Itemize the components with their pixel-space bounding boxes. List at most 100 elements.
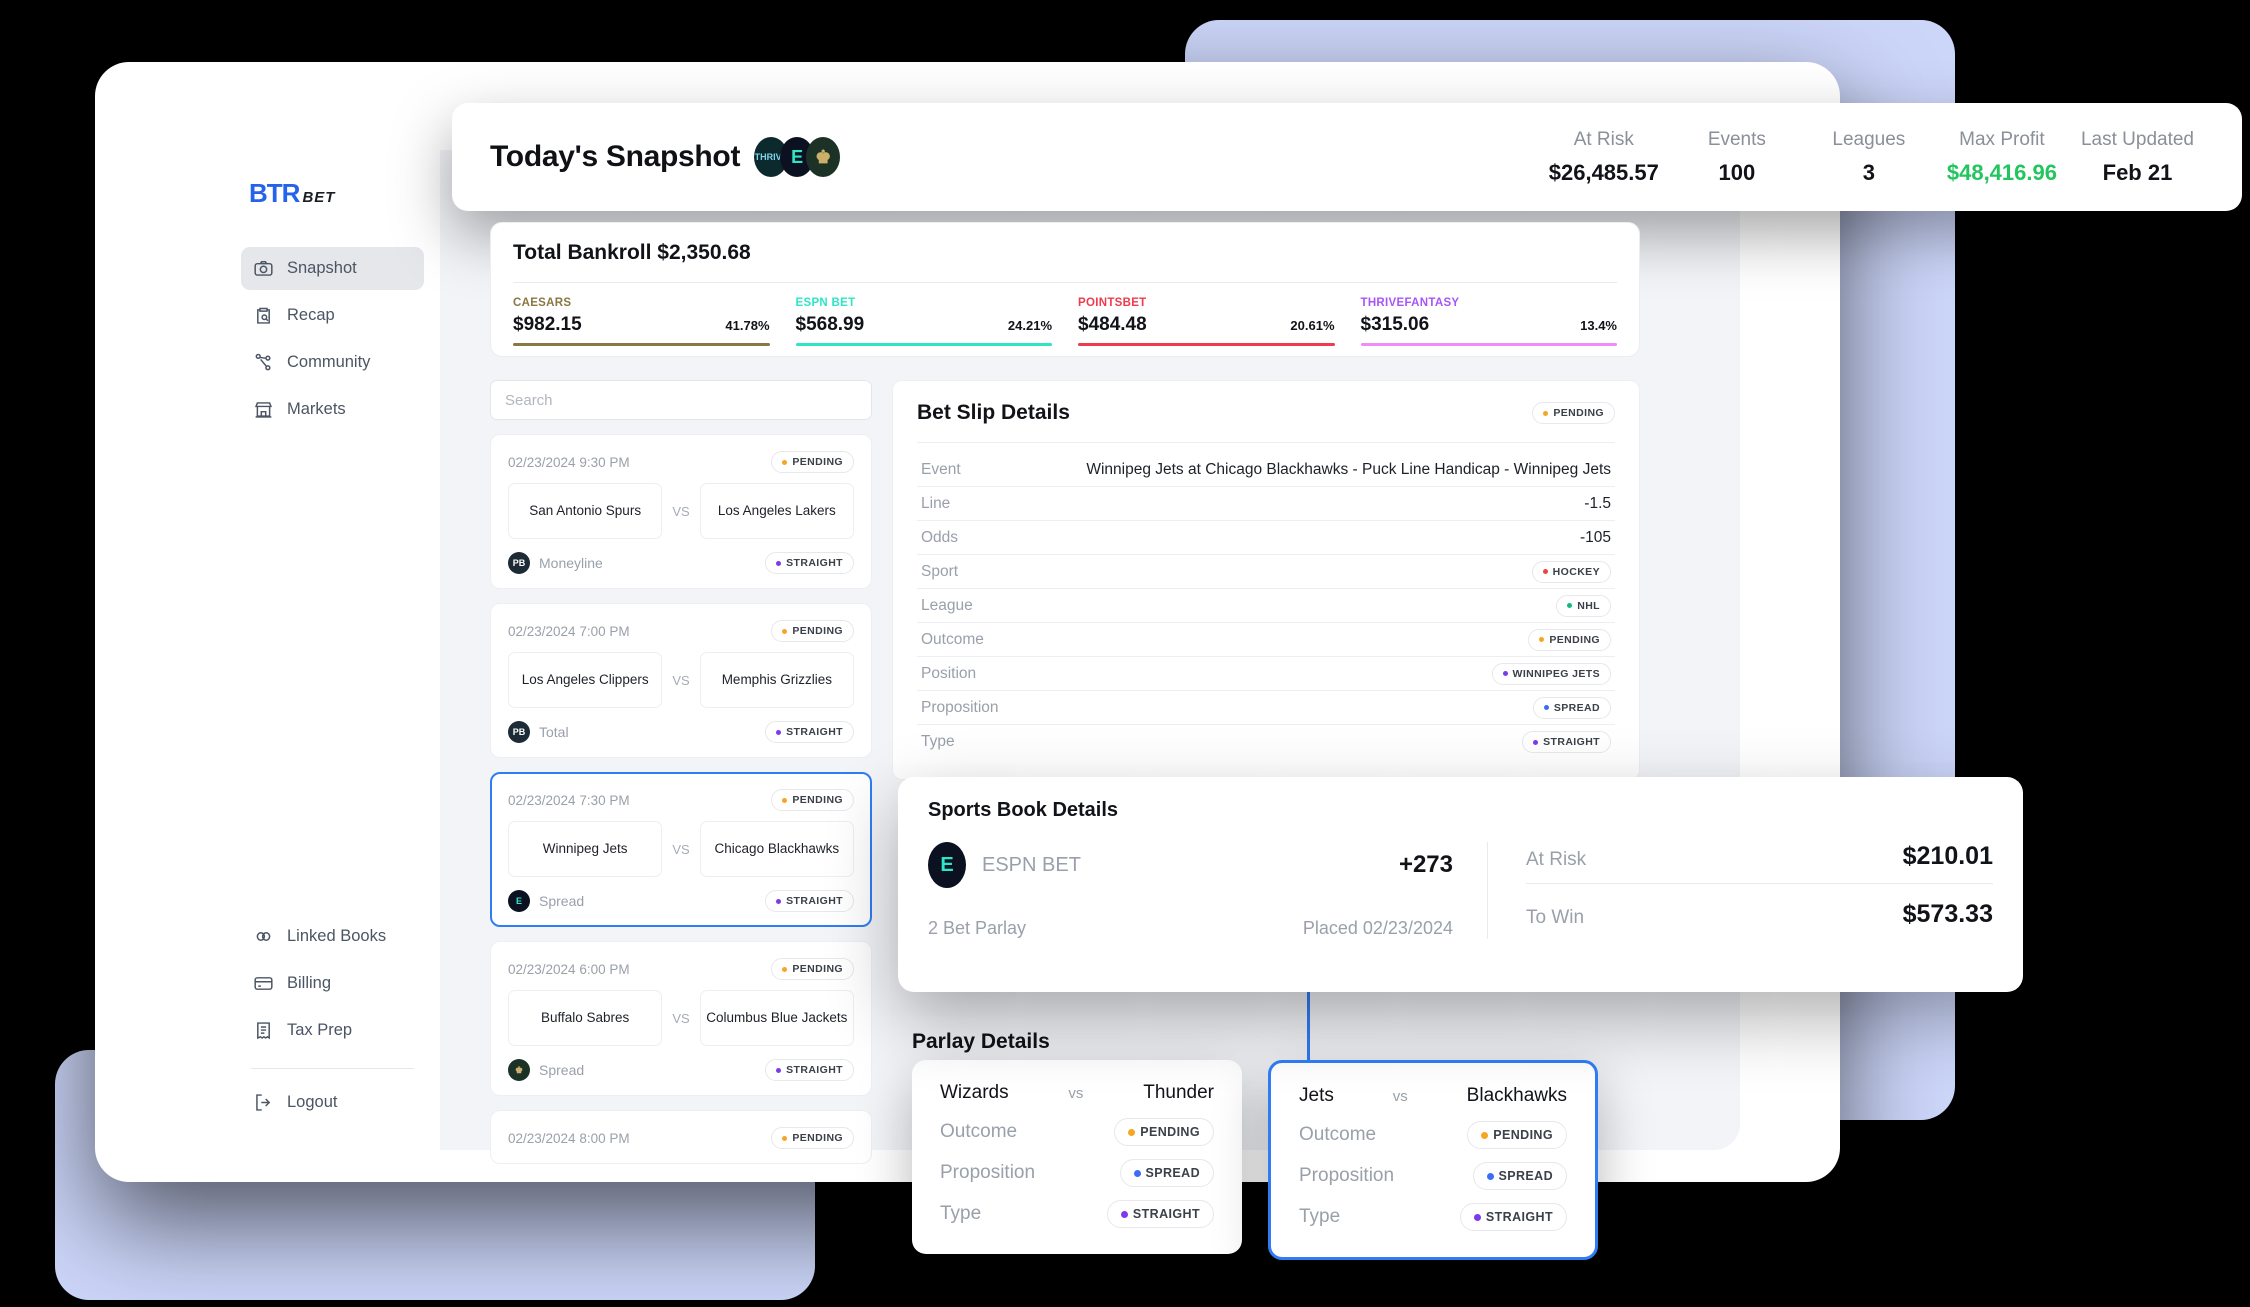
sidebar-item-markets[interactable]: Markets bbox=[241, 388, 424, 431]
vs-label: vs bbox=[1068, 1084, 1084, 1102]
book-name: THRIVEFANTASY bbox=[1360, 297, 1460, 309]
slip-key: Type bbox=[921, 733, 955, 750]
receipt-icon bbox=[253, 1020, 274, 1041]
outcome-badge: PENDING bbox=[1114, 1118, 1214, 1146]
sidebar-item-label: Community bbox=[287, 353, 371, 371]
team-b: Columbus Blue Jackets bbox=[699, 990, 854, 1046]
sidebar-item-billing[interactable]: Billing bbox=[241, 962, 424, 1005]
sidebar-item-label: Tax Prep bbox=[287, 1021, 353, 1039]
type-badge: STRAIGHT bbox=[765, 552, 854, 574]
bankroll-book-pointsbet: POINTSBET $484.48 20.61% bbox=[1078, 297, 1335, 346]
bet-book: PB Total bbox=[508, 721, 569, 743]
slip-key: Proposition bbox=[921, 698, 999, 716]
slip-value: -1.5 bbox=[1584, 494, 1611, 512]
parlay-key: Type bbox=[1299, 1206, 1341, 1227]
slip-value: Winnipeg Jets at Chicago Blackhawks - Pu… bbox=[1086, 460, 1611, 478]
bet-prop: Moneyline bbox=[539, 555, 603, 571]
slip-row-sport: Sport HOCKEY bbox=[917, 555, 1615, 589]
sidebar-item-label: Logout bbox=[287, 1093, 338, 1111]
to-win-row: To Win $573.33 bbox=[1526, 884, 1993, 929]
vs-label: vs bbox=[1392, 1087, 1408, 1105]
parlay-row-proposition: Proposition SPREAD bbox=[1299, 1162, 1567, 1190]
search-input[interactable]: Search bbox=[490, 380, 872, 420]
bet-card[interactable]: 02/23/2024 9:30 PM PENDING San Antonio S… bbox=[490, 434, 872, 589]
bet-book: PB Moneyline bbox=[508, 552, 603, 574]
proposition-badge: SPREAD bbox=[1532, 696, 1611, 719]
parlay-row-type: Type STRAIGHT bbox=[940, 1200, 1214, 1228]
sports-book-details-card: Sports Book Details E ESPN BET +273 2 Be… bbox=[898, 777, 2023, 992]
at-risk-label: At Risk bbox=[1526, 849, 1587, 870]
parlay-row-type: Type STRAIGHT bbox=[1299, 1203, 1567, 1231]
sports-book-name: ESPN BET bbox=[982, 853, 1081, 876]
divider bbox=[917, 442, 1615, 443]
vs-label: VS bbox=[672, 841, 690, 857]
book-percent: 41.78% bbox=[725, 318, 770, 333]
status-badge: PENDING bbox=[771, 1127, 854, 1149]
parlay-team-a: Jets bbox=[1299, 1085, 1334, 1106]
stat-value: $48,416.96 bbox=[1946, 159, 2057, 185]
stat-last-updated: Last Updated Feb 21 bbox=[2069, 129, 2206, 186]
sidebar-item-label: Snapshot bbox=[287, 259, 357, 277]
book-percent: 13.4% bbox=[1580, 318, 1617, 333]
to-win-value: $573.33 bbox=[1902, 900, 1993, 928]
parlay-team-a: Wizards bbox=[940, 1082, 1009, 1103]
sidebar: BTR BET Snapshot Recap Community Markets… bbox=[225, 150, 440, 1150]
parlay-team-b: Blackhawks bbox=[1466, 1085, 1567, 1106]
bet-book: E Spread bbox=[508, 890, 584, 912]
book-amount: $982.15 bbox=[513, 314, 582, 335]
divider bbox=[513, 282, 1617, 283]
espnbet-logo: E bbox=[508, 890, 530, 912]
book-percent: 20.61% bbox=[1290, 318, 1335, 333]
sidebar-item-tax-prep[interactable]: Tax Prep bbox=[241, 1009, 424, 1052]
bet-prop: Total bbox=[539, 724, 569, 740]
bet-card[interactable]: 02/23/2024 7:00 PM PENDING Los Angeles C… bbox=[490, 603, 872, 758]
sidebar-item-snapshot[interactable]: Snapshot bbox=[241, 247, 424, 290]
book-amount: $484.48 bbox=[1078, 314, 1147, 335]
sidebar-item-linked-books[interactable]: Linked Books bbox=[241, 915, 424, 958]
bet-date: 02/23/2024 7:00 PM bbox=[508, 623, 630, 639]
position-badge: WINNIPEG JETS bbox=[1491, 662, 1611, 685]
book-bar bbox=[1078, 343, 1335, 346]
parlay-leg-card-selected[interactable]: Jets vs Blackhawks Outcome PENDING Propo… bbox=[1268, 1060, 1598, 1260]
bankroll-book-caesars: CAESARS $982.15 41.78% bbox=[513, 297, 770, 346]
slip-key: League bbox=[921, 596, 973, 614]
parlay-leg-card[interactable]: Wizards vs Thunder Outcome PENDING Propo… bbox=[912, 1060, 1242, 1254]
brand-secondary: BET bbox=[302, 189, 336, 206]
slip-key: Event bbox=[921, 460, 961, 478]
camera-icon bbox=[253, 258, 274, 279]
slip-row-position: Position WINNIPEG JETS bbox=[917, 657, 1615, 691]
parlay-team-b: Thunder bbox=[1143, 1082, 1214, 1103]
bet-card[interactable]: 02/23/2024 8:00 PM PENDING bbox=[490, 1110, 872, 1164]
bet-card-selected[interactable]: 02/23/2024 7:30 PM PENDING Winnipeg Jets… bbox=[490, 772, 872, 927]
sport-badge: HOCKEY bbox=[1531, 560, 1611, 583]
stat-value: 100 bbox=[1718, 159, 1756, 185]
to-win-label: To Win bbox=[1526, 907, 1585, 928]
bet-date: 02/23/2024 9:30 PM bbox=[508, 454, 630, 470]
proposition-badge: SPREAD bbox=[1119, 1159, 1214, 1187]
parlay-leg-count: 2 Bet Parlay bbox=[928, 918, 1027, 938]
bet-book: ♚ Spread bbox=[508, 1059, 584, 1081]
brand-logo: BTR BET bbox=[241, 172, 424, 209]
bet-card[interactable]: 02/23/2024 6:00 PM PENDING Buffalo Sabre… bbox=[490, 941, 872, 1096]
status-badge: PENDING bbox=[771, 958, 854, 980]
slip-key: Position bbox=[921, 664, 977, 682]
bet-slip-title: Bet Slip Details bbox=[917, 401, 1070, 424]
parlay-details-title: Parlay Details bbox=[912, 1030, 1050, 1053]
bet-date: 02/23/2024 8:00 PM bbox=[508, 1130, 630, 1146]
stat-max-profit: Max Profit $48,416.96 bbox=[1935, 129, 2069, 186]
status-badge: PENDING bbox=[771, 451, 854, 473]
slip-row-line: Line -1.5 bbox=[917, 487, 1615, 521]
bet-date: 02/23/2024 7:30 PM bbox=[508, 792, 630, 808]
stat-label: Last Updated bbox=[2080, 128, 2194, 150]
sidebar-item-logout[interactable]: Logout bbox=[241, 1081, 424, 1124]
book-bar bbox=[1360, 343, 1617, 346]
type-badge: STRAIGHT bbox=[765, 721, 854, 743]
slip-row-proposition: Proposition SPREAD bbox=[917, 691, 1615, 725]
sidebar-item-community[interactable]: Community bbox=[241, 341, 424, 384]
team-b: Los Angeles Lakers bbox=[699, 483, 854, 539]
stat-label: Leagues bbox=[1832, 128, 1906, 150]
pointsbet-logo: PB bbox=[508, 552, 530, 574]
sidebar-item-label: Recap bbox=[287, 306, 335, 324]
slip-row-odds: Odds -105 bbox=[917, 521, 1615, 555]
sidebar-item-recap[interactable]: Recap bbox=[241, 294, 424, 337]
